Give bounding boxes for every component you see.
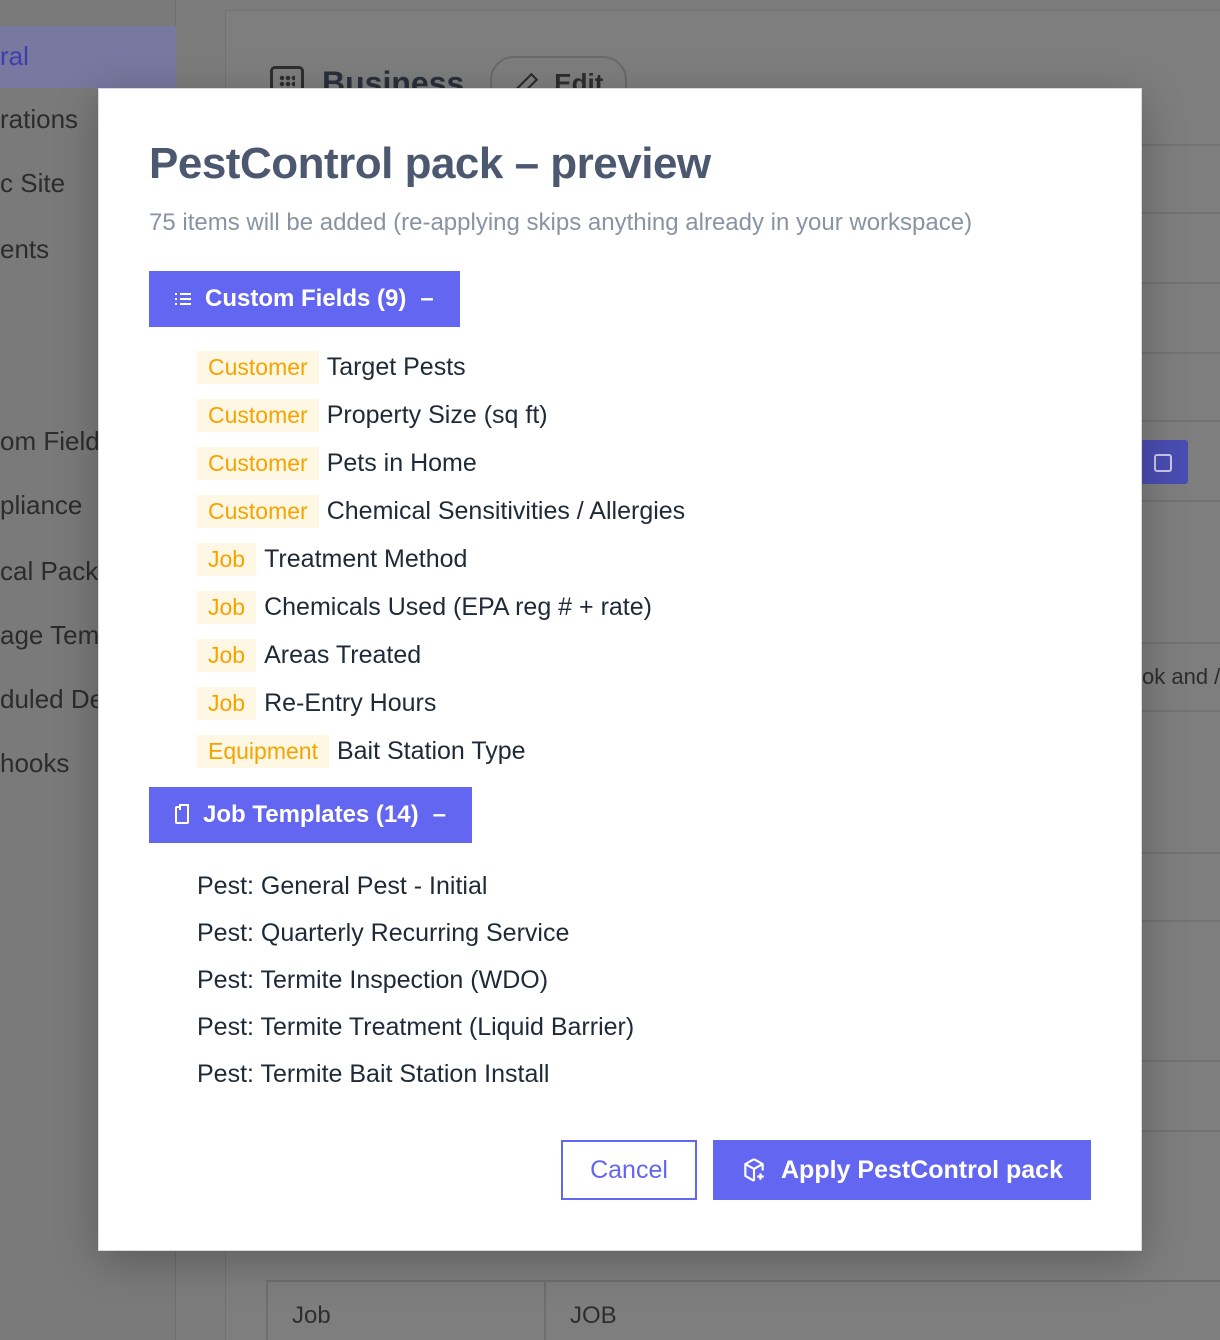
divider <box>1140 212 1220 214</box>
custom-fields-section-toggle[interactable]: Custom Fields (9) – <box>149 271 460 327</box>
sidebar-item-label: age Tem <box>0 620 100 650</box>
list-item: Job Treatment Method <box>197 535 1099 583</box>
field-name: Chemicals Used (EPA reg # + rate) <box>264 592 652 621</box>
list-item: Customer Chemical Sensitivities / Allergi… <box>197 487 1099 535</box>
sidebar-item-label: hooks <box>0 748 70 778</box>
entity-badge: Customer <box>197 446 319 480</box>
divider <box>1140 144 1220 146</box>
list-item: Customer Target Pests <box>197 343 1099 391</box>
divider <box>1140 920 1220 922</box>
copy-button[interactable] <box>1142 440 1188 484</box>
entity-badge: Customer <box>197 398 319 432</box>
list-item: Equipment Bait Station Type <box>197 727 1099 775</box>
entity-badge: Job <box>197 638 257 672</box>
collapse-icon: – <box>432 801 446 828</box>
list-item: Job Re-Entry Hours <box>197 679 1099 727</box>
table-cell: Job <box>292 1302 331 1329</box>
field-name: Chemical Sensitivities / Allergies <box>326 496 686 525</box>
sidebar-clip: om Fields pliance cal Packs age Tem dule… <box>0 0 100 1340</box>
entity-badge: Customer <box>197 350 319 384</box>
list-icon <box>175 292 191 306</box>
section-label: Job Templates (14) <box>203 801 419 828</box>
list-item: Pest: Quarterly Recurring Service <box>197 919 570 947</box>
sidebar-item-label: pliance <box>0 490 83 520</box>
entity-badge: Job <box>197 590 257 624</box>
clipboard-icon <box>175 804 189 824</box>
field-name: Target Pests <box>326 352 466 381</box>
background-table-row: Job JOB <box>266 1280 1220 1340</box>
list-item: Pest: Termite Treatment (Liquid Barrier) <box>197 1013 635 1041</box>
modal-subtitle: 75 items will be added (re-applying skip… <box>149 209 973 236</box>
job-templates-list: Pest: General Pest - Initial Pest: Quart… <box>197 863 1099 1111</box>
sidebar-item-label: cal Packs <box>0 556 100 586</box>
entity-badge: Customer <box>197 494 319 528</box>
field-name: Pets in Home <box>326 448 477 477</box>
section-label: Custom Fields (9) <box>205 285 407 312</box>
apply-pack-button[interactable]: Apply PestControl pack <box>713 1140 1091 1200</box>
apply-label: Apply PestControl pack <box>781 1155 1063 1184</box>
cancel-button[interactable]: Cancel <box>561 1140 697 1200</box>
sidebar-item-label: om Fields <box>0 426 100 456</box>
pack-preview-modal: PestControl pack – preview 75 items will… <box>98 88 1142 1251</box>
sidebar-item-label: duled De <box>0 684 100 714</box>
custom-fields-list: Customer Target Pests Customer Property Si… <box>197 343 1099 775</box>
sidebar-item-scheduled-deliveries[interactable]: duled De <box>0 684 100 715</box>
field-name: Bait Station Type <box>336 736 526 765</box>
divider <box>1140 1060 1220 1062</box>
sidebar-item-compliance[interactable]: pliance <box>0 490 82 521</box>
sidebar-item-custom-fields[interactable]: om Fields <box>0 426 100 457</box>
divider <box>544 1282 546 1340</box>
divider <box>1140 282 1220 284</box>
job-templates-section-toggle[interactable]: Job Templates (14) – <box>149 787 472 843</box>
list-item: Customer Property Size (sq ft) <box>197 391 1099 439</box>
sidebar-item-webhooks[interactable]: hooks <box>0 748 69 779</box>
list-item: Job Areas Treated <box>197 631 1099 679</box>
entity-badge: Job <box>197 542 257 576</box>
modal-title: PestControl pack – preview <box>149 139 711 188</box>
field-name: Treatment Method <box>264 544 468 573</box>
entity-badge: Job <box>197 686 257 720</box>
field-name: Property Size (sq ft) <box>326 400 548 429</box>
list-item: Job Chemicals Used (EPA reg # + rate) <box>197 583 1099 631</box>
list-item: Customer Pets in Home <box>197 439 1099 487</box>
sidebar-item-vertical-packs[interactable]: cal Packs <box>0 556 100 587</box>
list-item: Pest: Termite Bait Station Install <box>197 1060 550 1088</box>
package-plus-icon <box>744 1158 764 1182</box>
field-name: Re-Entry Hours <box>264 688 437 717</box>
divider <box>1140 352 1220 354</box>
list-item: Pest: Bed Bug Treatment <box>197 1098 1099 1111</box>
table-cell: JOB <box>570 1302 617 1329</box>
modal-footer: Cancel Apply PestControl pack <box>561 1140 1091 1200</box>
divider <box>1140 852 1220 854</box>
divider <box>1140 500 1220 502</box>
sidebar-item-message-templates[interactable]: age Tem <box>0 620 99 651</box>
job-templates-section: Job Templates (14) – Pest: General Pest … <box>149 787 1099 1111</box>
list-item: Pest: General Pest - Initial <box>197 872 488 900</box>
list-item: Pest: Termite Inspection (WDO) <box>197 966 549 994</box>
field-name: Areas Treated <box>264 640 422 669</box>
divider <box>1140 710 1220 712</box>
collapse-icon: – <box>420 285 434 312</box>
entity-badge: Equipment <box>197 734 329 768</box>
divider <box>1140 1130 1220 1132</box>
divider <box>1140 420 1220 422</box>
preview-scroll-area[interactable]: Custom Fields (9) – Customer Target Pests… <box>149 271 1099 1111</box>
background-text: ok and / <box>1142 664 1220 689</box>
divider <box>1140 642 1220 644</box>
